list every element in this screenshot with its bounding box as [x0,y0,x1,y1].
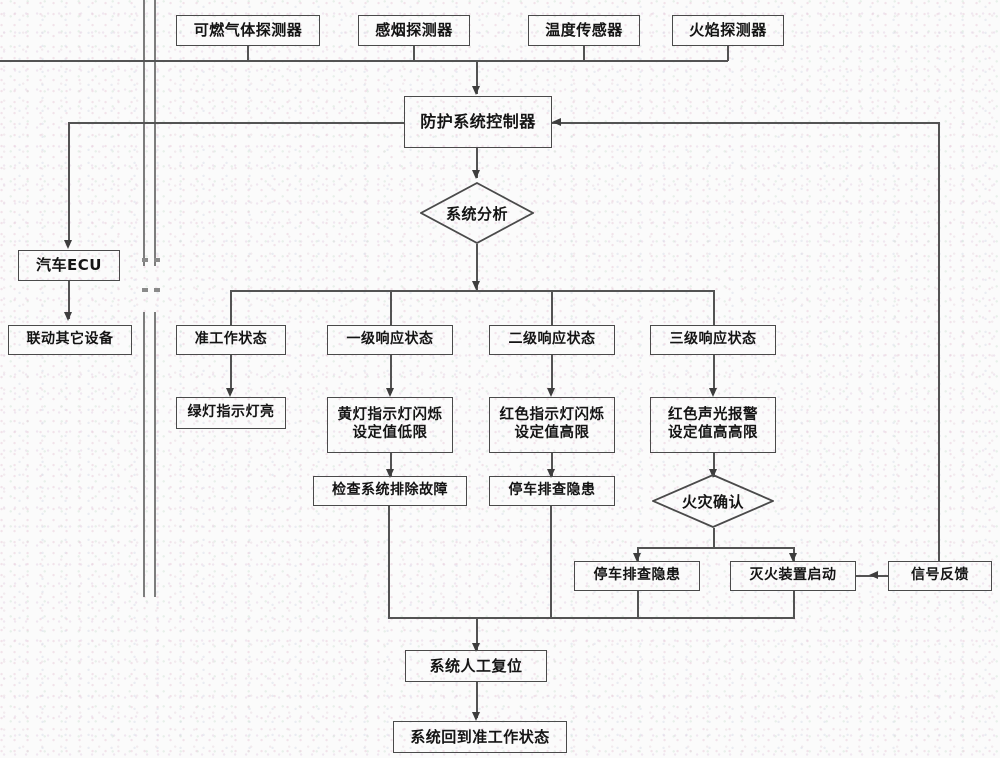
page-fold-line-left [143,312,145,597]
edge-controller-left-out [68,122,404,124]
arrowhead-to-car-ecu [64,240,72,249]
edge-feedback-riser [938,122,940,562]
edge-feedback-to-controller [552,122,940,124]
flowchart-canvas: 可燃气体探测器 感烟探测器 温度传感器 火焰探测器 防护系统控制器 系统分析 汽… [0,0,1000,758]
edge-sensor-temp-stub [583,46,585,61]
edge-branch-level2 [551,290,553,325]
edge-branch-level3 [713,290,715,325]
arrowhead-to-signal-feedback [869,571,878,579]
node-manual-reset[interactable]: 系统人工复位 [405,650,547,682]
arrowhead-to-green-light [226,388,234,397]
node-sensor-gas[interactable]: 可燃气体探测器 [176,15,320,46]
node-fire-confirm-label: 火灾确认 [681,492,744,511]
page-fold-tick [142,288,148,292]
node-state-level2[interactable]: 二级响应状态 [489,325,615,355]
arrowhead-to-back-ready [472,712,480,721]
node-red-blink[interactable]: 红色指示灯闪烁 设定值高限 [489,397,615,453]
node-sensor-temp[interactable]: 温度传感器 [528,15,640,46]
edge-reset-collector-bar [388,617,795,619]
edge-sensor-flame-stub [727,46,729,61]
arrowhead-to-link-other [64,312,72,321]
edge-controller-to-ecu [68,122,70,245]
node-controller[interactable]: 防护系统控制器 [404,96,552,148]
arrowhead-analysis-down [472,281,480,290]
node-link-other-devices[interactable]: 联动其它设备 [8,325,132,355]
edge-stop-check-2-drop [637,591,639,618]
edge-sensor-smoke-stub [413,46,415,61]
node-back-to-ready[interactable]: 系统回到准工作状态 [393,721,567,753]
node-stop-check-2[interactable]: 停车排查隐患 [574,561,700,591]
edge-extinguisher-drop [793,591,795,618]
edge-check-fault-drop [388,506,390,618]
arrowhead-to-controller [472,86,480,95]
page-fold-line-left [143,0,145,266]
node-stop-check-1[interactable]: 停车排查隐患 [489,476,615,506]
node-state-ready[interactable]: 准工作状态 [176,325,286,355]
edge-branch-level1 [390,290,392,325]
node-sensor-smoke[interactable]: 感烟探测器 [358,15,470,46]
node-signal-feedback[interactable]: 信号反馈 [888,561,992,591]
node-car-ecu[interactable]: 汽车ECU [18,250,120,281]
arrowhead-to-yellow-blink [386,388,394,397]
node-yellow-blink[interactable]: 黄灯指示灯闪烁 设定值低限 [327,397,453,453]
page-fold-line-right [154,0,156,266]
node-state-level3[interactable]: 三级响应状态 [650,325,776,355]
edge-sensor-collector-bar [0,60,728,62]
edge-branch-ready [230,290,232,325]
node-extinguisher[interactable]: 灭火装置启动 [730,561,856,591]
arrowhead-to-red-blink [547,388,555,397]
node-sensor-flame[interactable]: 火焰探测器 [672,15,784,46]
node-analysis[interactable]: 系统分析 [420,182,534,244]
edge-fire-confirm-split-bar [637,547,795,549]
page-fold-line-right [154,312,156,597]
arrowhead-to-red-alarm [709,388,717,397]
edge-sensor-gas-stub [247,46,249,61]
page-fold-tick [142,258,148,262]
arrowhead-controller-to-analysis [472,170,480,179]
node-state-level1[interactable]: 一级响应状态 [327,325,453,355]
edge-state-distribution-bar [230,290,714,292]
node-fire-confirm[interactable]: 火灾确认 [652,474,774,528]
node-green-light[interactable]: 绿灯指示灯亮 [176,397,286,429]
edge-fire-confirm-down [713,528,715,548]
page-fold-tick [154,258,160,262]
edge-stop-check-1-drop [550,506,552,618]
page-fold-tick [154,288,160,292]
arrowhead-feedback-into-controller [552,118,561,126]
node-analysis-label: 系统分析 [445,204,508,223]
node-check-fault[interactable]: 检查系统排除故障 [313,476,467,506]
node-red-alarm[interactable]: 红色声光报警 设定值高高限 [650,397,776,453]
